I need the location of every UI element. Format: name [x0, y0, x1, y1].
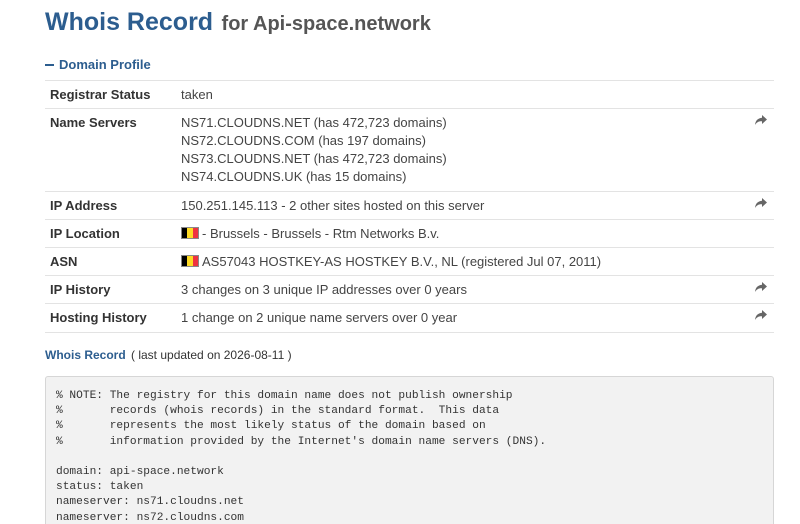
profile-value-line: NS71.CLOUDNS.NET (has 472,723 domains): [181, 114, 447, 132]
profile-row-label: IP Location: [50, 226, 120, 241]
whois-record-heading: Whois Record ( last updated on 2026-08-1…: [45, 348, 292, 362]
raw-whois-box: % NOTE: The registry for this domain nam…: [45, 376, 774, 524]
profile-row-value: 150.251.145.113 - 2 other sites hosted o…: [181, 197, 484, 215]
profile-value-text: 3 changes on 3 unique IP addresses over …: [181, 282, 467, 297]
minus-icon: [45, 63, 54, 66]
domain-profile-toggle[interactable]: Domain Profile: [45, 57, 151, 72]
profile-row-asn: ASN AS57043 HOSTKEY-AS HOSTKEY B.V., NL (…: [45, 248, 774, 276]
profile-value-line: NS74.CLOUDNS.UK (has 15 domains): [181, 168, 447, 186]
profile-row-label: IP Address: [50, 198, 118, 213]
profile-row-label: IP History: [50, 282, 111, 297]
profile-value-line: taken: [181, 86, 213, 104]
profile-row-name-servers: Name Servers NS71.CLOUDNS.NET (has 472,72…: [45, 109, 774, 192]
profile-row-registrar-status: Registrar Status taken: [45, 81, 774, 109]
profile-value-line: NS72.CLOUDNS.COM (has 197 domains): [181, 132, 447, 150]
profile-value-line: 150.251.145.113 - 2 other sites hosted o…: [181, 197, 484, 215]
profile-row-value: 3 changes on 3 unique IP addresses over …: [181, 281, 467, 299]
profile-value-line: NS73.CLOUDNS.NET (has 472,723 domains): [181, 150, 447, 168]
profile-row-label: Hosting History: [50, 310, 147, 325]
share-arrow-icon[interactable]: [754, 196, 768, 213]
share-arrow-icon[interactable]: [754, 113, 768, 130]
profile-value-text: 150.251.145.113 - 2 other sites hosted o…: [181, 198, 485, 213]
whois-record-title[interactable]: Whois Record: [45, 348, 126, 362]
profile-row-value: 1 change on 2 unique name servers over 0…: [181, 309, 457, 327]
domain-profile-label: Domain Profile: [59, 57, 151, 72]
profile-value-text: - Brussels - Brussels - Rtm Networks B.v…: [202, 226, 440, 241]
raw-whois-text: % NOTE: The registry for this domain nam…: [56, 390, 547, 524]
profile-row-label: Registrar Status: [50, 87, 151, 102]
profile-row-hosting-history: Hosting History 1 change on 2 unique name…: [45, 304, 774, 333]
profile-value-line: AS57043 HOSTKEY-AS HOSTKEY B.V., NL (reg…: [181, 253, 601, 271]
profile-row-value: AS57043 HOSTKEY-AS HOSTKEY B.V., NL (reg…: [181, 253, 601, 271]
profile-value-text: taken: [181, 87, 213, 102]
profile-value-text: NS71.CLOUDNS.NET (has 472,723 domains): [181, 115, 447, 130]
belgium-flag-icon: [181, 227, 199, 239]
page-title-domain: for Api-space.network: [221, 13, 431, 35]
profile-row-value: - Brussels - Brussels - Rtm Networks B.v…: [181, 225, 439, 243]
profile-row-label: ASN: [50, 254, 78, 269]
profile-row-ip-address: IP Address 150.251.145.113 - 2 other site…: [45, 192, 774, 220]
profile-row-value: taken: [181, 86, 213, 104]
share-arrow-icon[interactable]: [754, 280, 768, 297]
belgium-flag-icon: [181, 255, 199, 267]
profile-value-text: NS74.CLOUDNS.UK (has 15 domains): [181, 169, 407, 184]
profile-value-text: NS72.CLOUDNS.COM (has 197 domains): [181, 133, 426, 148]
page-title: Whois Record for Api-space.network: [45, 8, 431, 37]
profile-value-text: NS73.CLOUDNS.NET (has 472,723 domains): [181, 151, 447, 166]
profile-row-label: Name Servers: [50, 115, 137, 130]
profile-value-line: 1 change on 2 unique name servers over 0…: [181, 309, 457, 327]
profile-value-line: 3 changes on 3 unique IP addresses over …: [181, 281, 467, 299]
profile-value-line: - Brussels - Brussels - Rtm Networks B.v…: [181, 225, 439, 243]
whois-last-updated: ( last updated on 2026-08-11 ): [131, 348, 292, 362]
profile-value-text: 1 change on 2 unique name servers over 0…: [181, 310, 458, 325]
page-title-main: Whois Record: [45, 8, 214, 36]
profile-row-value: NS71.CLOUDNS.NET (has 472,723 domains) NS…: [181, 114, 447, 186]
profile-value-text: AS57043 HOSTKEY-AS HOSTKEY B.V., NL (reg…: [202, 254, 602, 269]
profile-row-ip-history: IP History 3 changes on 3 unique IP addre…: [45, 276, 774, 304]
domain-profile-table: Registrar Status taken Name Servers NS71.CL…: [45, 80, 774, 333]
share-arrow-icon[interactable]: [754, 308, 768, 325]
profile-row-ip-location: IP Location - Brussels - Brussels - Rtm N…: [45, 220, 774, 248]
